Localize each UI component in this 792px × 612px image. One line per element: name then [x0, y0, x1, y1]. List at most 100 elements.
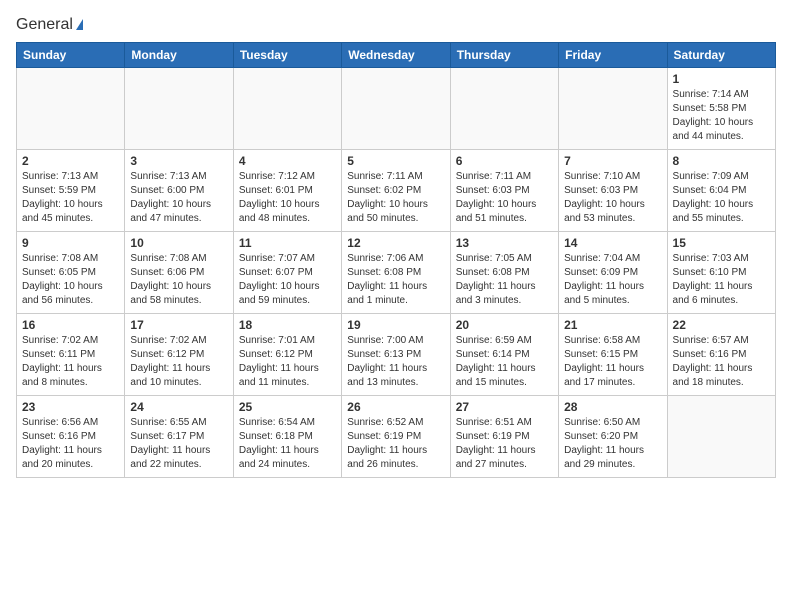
day-info: Sunrise: 6:54 AM Sunset: 6:18 PM Dayligh…: [239, 416, 336, 472]
day-info: Sunrise: 7:09 AM Sunset: 6:04 PM Dayligh…: [673, 170, 770, 226]
day-number: 13: [456, 236, 553, 250]
day-number: 22: [673, 318, 770, 332]
calendar-cell: 24 Sunrise: 6:55 AM Sunset: 6:17 PM Dayli…: [125, 396, 233, 478]
calendar-week-row: 23 Sunrise: 6:56 AM Sunset: 6:16 PM Dayli…: [17, 396, 776, 478]
calendar-cell: 9 Sunrise: 7:08 AM Sunset: 6:05 PM Daylig…: [17, 232, 125, 314]
calendar-header-saturday: Saturday: [667, 43, 775, 68]
day-info: Sunrise: 6:56 AM Sunset: 6:16 PM Dayligh…: [22, 416, 119, 472]
day-number: 27: [456, 400, 553, 414]
day-number: 20: [456, 318, 553, 332]
day-info: Sunrise: 7:11 AM Sunset: 6:02 PM Dayligh…: [347, 170, 444, 226]
day-info: Sunrise: 7:10 AM Sunset: 6:03 PM Dayligh…: [564, 170, 661, 226]
day-number: 10: [130, 236, 227, 250]
day-info: Sunrise: 7:03 AM Sunset: 6:10 PM Dayligh…: [673, 252, 770, 308]
day-info: Sunrise: 6:51 AM Sunset: 6:19 PM Dayligh…: [456, 416, 553, 472]
logo-triangle-icon: [76, 19, 83, 30]
day-info: Sunrise: 7:06 AM Sunset: 6:08 PM Dayligh…: [347, 252, 444, 308]
day-number: 21: [564, 318, 661, 332]
calendar-cell: 22Sunrise: 6:57 AM Sunset: 6:16 PM Dayli…: [667, 314, 775, 396]
calendar-cell: 18 Sunrise: 7:01 AM Sunset: 6:12 PM Dayli…: [233, 314, 341, 396]
calendar-cell: [559, 68, 667, 150]
calendar-cell: 23 Sunrise: 6:56 AM Sunset: 6:16 PM Dayli…: [17, 396, 125, 478]
day-info: Sunrise: 7:02 AM Sunset: 6:12 PM Dayligh…: [130, 334, 227, 390]
calendar-header-sunday: Sunday: [17, 43, 125, 68]
day-number: 15: [673, 236, 770, 250]
day-number: 18: [239, 318, 336, 332]
calendar-cell: 12 Sunrise: 7:06 AM Sunset: 6:08 PM Dayli…: [342, 232, 450, 314]
day-info: Sunrise: 7:14 AM Sunset: 5:58 PM Dayligh…: [673, 88, 770, 144]
calendar-cell: [17, 68, 125, 150]
day-info: Sunrise: 7:02 AM Sunset: 6:11 PM Dayligh…: [22, 334, 119, 390]
day-number: 28: [564, 400, 661, 414]
calendar-cell: 3 Sunrise: 7:13 AM Sunset: 6:00 PM Daylig…: [125, 150, 233, 232]
calendar-week-row: 1 Sunrise: 7:14 AM Sunset: 5:58 PM Daylig…: [17, 68, 776, 150]
calendar-week-row: 16Sunrise: 7:02 AM Sunset: 6:11 PM Dayli…: [17, 314, 776, 396]
day-number: 11: [239, 236, 336, 250]
day-number: 8: [673, 154, 770, 168]
day-info: Sunrise: 6:52 AM Sunset: 6:19 PM Dayligh…: [347, 416, 444, 472]
day-number: 9: [22, 236, 119, 250]
calendar-cell: [125, 68, 233, 150]
day-number: 19: [347, 318, 444, 332]
day-number: 1: [673, 72, 770, 86]
day-info: Sunrise: 7:04 AM Sunset: 6:09 PM Dayligh…: [564, 252, 661, 308]
day-info: Sunrise: 6:50 AM Sunset: 6:20 PM Dayligh…: [564, 416, 661, 472]
day-number: 12: [347, 236, 444, 250]
calendar-cell: 5 Sunrise: 7:11 AM Sunset: 6:02 PM Daylig…: [342, 150, 450, 232]
day-info: Sunrise: 7:13 AM Sunset: 6:00 PM Dayligh…: [130, 170, 227, 226]
calendar-cell: 11 Sunrise: 7:07 AM Sunset: 6:07 PM Dayli…: [233, 232, 341, 314]
day-info: Sunrise: 7:13 AM Sunset: 5:59 PM Dayligh…: [22, 170, 119, 226]
logo-line1: General: [16, 16, 83, 34]
calendar-cell: [233, 68, 341, 150]
calendar-cell: [667, 396, 775, 478]
calendar-header-friday: Friday: [559, 43, 667, 68]
logo-general-text: General: [16, 16, 73, 33]
calendar-cell: 4 Sunrise: 7:12 AM Sunset: 6:01 PM Daylig…: [233, 150, 341, 232]
calendar-header-thursday: Thursday: [450, 43, 558, 68]
day-number: 25: [239, 400, 336, 414]
calendar-header-monday: Monday: [125, 43, 233, 68]
calendar-cell: [342, 68, 450, 150]
calendar-cell: 14 Sunrise: 7:04 AM Sunset: 6:09 PM Dayli…: [559, 232, 667, 314]
day-info: Sunrise: 7:08 AM Sunset: 6:06 PM Dayligh…: [130, 252, 227, 308]
day-number: 17: [130, 318, 227, 332]
day-info: Sunrise: 7:01 AM Sunset: 6:12 PM Dayligh…: [239, 334, 336, 390]
day-info: Sunrise: 7:08 AM Sunset: 6:05 PM Dayligh…: [22, 252, 119, 308]
calendar-cell: 25 Sunrise: 6:54 AM Sunset: 6:18 PM Dayli…: [233, 396, 341, 478]
calendar-cell: 20 Sunrise: 6:59 AM Sunset: 6:14 PM Dayli…: [450, 314, 558, 396]
day-number: 2: [22, 154, 119, 168]
calendar-cell: 2 Sunrise: 7:13 AM Sunset: 5:59 PM Daylig…: [17, 150, 125, 232]
calendar-cell: 13 Sunrise: 7:05 AM Sunset: 6:08 PM Dayli…: [450, 232, 558, 314]
day-info: Sunrise: 7:05 AM Sunset: 6:08 PM Dayligh…: [456, 252, 553, 308]
day-info: Sunrise: 6:58 AM Sunset: 6:15 PM Dayligh…: [564, 334, 661, 390]
calendar-cell: 17 Sunrise: 7:02 AM Sunset: 6:12 PM Dayli…: [125, 314, 233, 396]
calendar-header-row: SundayMondayTuesdayWednesdayThursdayFrid…: [17, 43, 776, 68]
day-number: 3: [130, 154, 227, 168]
calendar-header-wednesday: Wednesday: [342, 43, 450, 68]
day-number: 5: [347, 154, 444, 168]
day-number: 24: [130, 400, 227, 414]
calendar-cell: 28 Sunrise: 6:50 AM Sunset: 6:20 PM Dayli…: [559, 396, 667, 478]
day-info: Sunrise: 7:07 AM Sunset: 6:07 PM Dayligh…: [239, 252, 336, 308]
calendar-week-row: 9 Sunrise: 7:08 AM Sunset: 6:05 PM Daylig…: [17, 232, 776, 314]
day-number: 14: [564, 236, 661, 250]
header: General: [16, 16, 776, 34]
calendar-cell: [450, 68, 558, 150]
calendar-cell: 16Sunrise: 7:02 AM Sunset: 6:11 PM Dayli…: [17, 314, 125, 396]
day-info: Sunrise: 7:12 AM Sunset: 6:01 PM Dayligh…: [239, 170, 336, 226]
day-info: Sunrise: 6:55 AM Sunset: 6:17 PM Dayligh…: [130, 416, 227, 472]
calendar-cell: 21 Sunrise: 6:58 AM Sunset: 6:15 PM Dayli…: [559, 314, 667, 396]
day-number: 7: [564, 154, 661, 168]
calendar-cell: 7 Sunrise: 7:10 AM Sunset: 6:03 PM Daylig…: [559, 150, 667, 232]
day-number: 26: [347, 400, 444, 414]
calendar-cell: 8 Sunrise: 7:09 AM Sunset: 6:04 PM Daylig…: [667, 150, 775, 232]
day-number: 4: [239, 154, 336, 168]
day-info: Sunrise: 6:59 AM Sunset: 6:14 PM Dayligh…: [456, 334, 553, 390]
calendar-cell: 27 Sunrise: 6:51 AM Sunset: 6:19 PM Dayli…: [450, 396, 558, 478]
calendar-cell: 19Sunrise: 7:00 AM Sunset: 6:13 PM Dayli…: [342, 314, 450, 396]
day-info: Sunrise: 7:11 AM Sunset: 6:03 PM Dayligh…: [456, 170, 553, 226]
calendar-cell: 15 Sunrise: 7:03 AM Sunset: 6:10 PM Dayli…: [667, 232, 775, 314]
day-number: 23: [22, 400, 119, 414]
calendar-table: SundayMondayTuesdayWednesdayThursdayFrid…: [16, 42, 776, 478]
calendar-cell: 6Sunrise: 7:11 AM Sunset: 6:03 PM Daylig…: [450, 150, 558, 232]
